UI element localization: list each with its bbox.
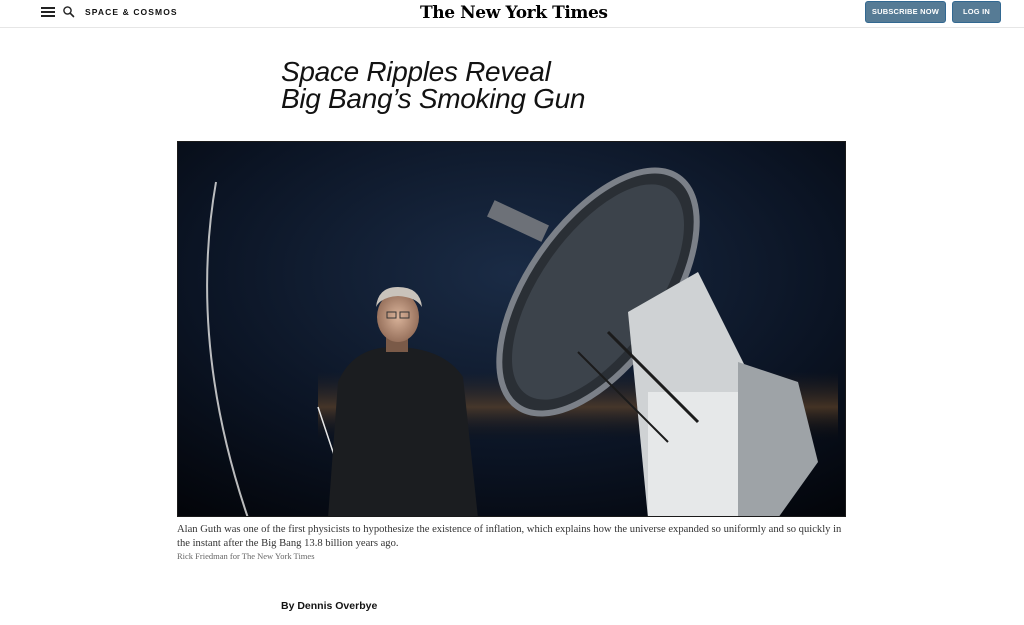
login-button[interactable]: LOG IN <box>952 1 1001 23</box>
hero-photo-telescope-portrait <box>177 141 846 517</box>
top-navigation-bar: SPACE & COSMOS The New York Times SUBSCR… <box>0 0 1024 28</box>
author-link[interactable]: Dennis Overbye <box>297 600 377 612</box>
article-headline: Space Ripples Reveal Big Bang’s Smoking … <box>281 56 751 114</box>
subscribe-button[interactable]: SUBSCRIBE NOW <box>865 1 946 23</box>
headline-line-1: Space Ripples Reveal <box>281 56 551 87</box>
hamburger-menu-icon[interactable] <box>41 6 55 20</box>
section-link-space-cosmos[interactable]: SPACE & COSMOS <box>85 7 178 17</box>
headline-line-2: Big Bang’s Smoking Gun <box>281 83 586 114</box>
photo-caption: Alan Guth was one of the first physicist… <box>177 524 842 549</box>
nyt-logo[interactable]: The New York Times <box>420 1 608 25</box>
search-icon[interactable] <box>62 5 76 19</box>
byline: By Dennis Overbye <box>281 600 377 612</box>
photo-credit: Rick Friedman for The New York Times <box>177 551 315 561</box>
byline-prefix: By <box>281 600 298 612</box>
